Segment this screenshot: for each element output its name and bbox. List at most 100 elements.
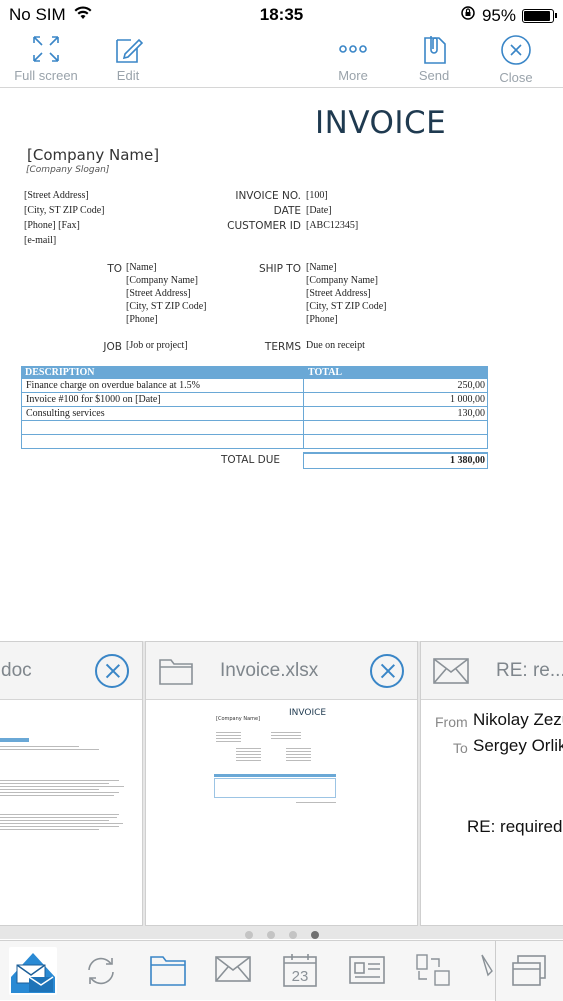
full-screen-label: Full screen xyxy=(14,68,78,83)
doc-preview-thumbnail xyxy=(0,700,142,830)
to-label: To xyxy=(453,740,468,756)
folder-icon xyxy=(158,656,194,691)
status-bar: No SIM 18:35 95% xyxy=(0,0,563,30)
preview-title: INVOICE xyxy=(289,708,327,718)
company-slogan: [Company Slogan] xyxy=(26,165,110,175)
folder-icon[interactable] xyxy=(149,953,187,992)
ship-to-street: [Street Address] xyxy=(306,288,371,299)
edit-icon xyxy=(116,38,143,63)
send-button[interactable]: Send xyxy=(399,34,469,83)
edit-label: Edit xyxy=(116,68,140,83)
document-tab-invoice[interactable]: Invoice.xlsx INVOICE [Company Name] xyxy=(145,641,418,926)
tab-title: Invoice.xlsx xyxy=(220,660,319,681)
document-tab-doc[interactable]: doc xyxy=(0,641,143,926)
line-description: Finance charge on overdue balance at 1.5… xyxy=(22,379,304,392)
close-tab-icon[interactable] xyxy=(95,654,129,688)
calendar-icon[interactable]: 23 xyxy=(283,953,317,992)
to-street: [Street Address] xyxy=(126,288,191,299)
company-name: [Company Name] xyxy=(27,146,160,164)
close-icon xyxy=(501,35,531,65)
page-dot[interactable] xyxy=(244,931,253,939)
ship-to-phone: [Phone] xyxy=(306,314,338,325)
windows-icon xyxy=(512,955,546,986)
phone-fax: [Phone] [Fax] xyxy=(24,220,80,231)
document-tab-email[interactable]: RE: re... From Nikolay Zezu To Sergey Or… xyxy=(420,641,563,926)
to-name: [Name] xyxy=(126,262,157,273)
date-value: [Date] xyxy=(306,205,332,216)
job-label: JOB xyxy=(103,341,122,353)
customer-id-value: [ABC12345] xyxy=(306,220,359,231)
table-header: DESCRIPTION TOTAL xyxy=(21,366,488,379)
invoice-document[interactable]: INVOICE [Company Name] [Company Slogan] … xyxy=(0,89,563,641)
battery-percent: 95% xyxy=(481,5,516,25)
envelope-icon xyxy=(433,658,469,689)
close-tab-icon[interactable] xyxy=(370,654,404,688)
to-label: TO xyxy=(107,263,122,275)
expand-icon xyxy=(33,36,59,62)
ship-to-city: [City, ST ZIP Code] xyxy=(306,301,387,312)
page-dot[interactable] xyxy=(266,931,275,939)
city-line: [City, ST ZIP Code] xyxy=(24,205,105,216)
tab-header: Invoice.xlsx xyxy=(146,642,417,700)
bottom-dock: 23 xyxy=(0,940,563,1001)
total-header: TOTAL xyxy=(308,367,343,378)
battery-fill xyxy=(524,10,550,21)
terms-label: TERMS xyxy=(264,341,301,353)
close-button[interactable]: Close xyxy=(481,34,551,85)
svg-text:23: 23 xyxy=(292,968,309,985)
battery-icon xyxy=(522,8,557,23)
preview-company: [Company Name] xyxy=(216,716,261,722)
rotation-lock-icon xyxy=(460,5,476,26)
sync-icon[interactable] xyxy=(84,955,118,992)
job-value: [Job or project] xyxy=(126,340,188,351)
email-preview: From Nikolay Zezu To Sergey Orlik RE: re… xyxy=(421,700,563,925)
terms-value: Due on receipt xyxy=(306,340,365,351)
line-total: 1 000,00 xyxy=(450,394,485,405)
more-button[interactable]: More xyxy=(318,34,388,83)
invoice-preview-thumbnail: INVOICE [Company Name] xyxy=(146,700,417,925)
close-label: Close xyxy=(499,70,533,85)
line-description: Invoice #100 for $1000 on [Date] xyxy=(22,393,304,406)
line-total: 130,00 xyxy=(457,408,486,419)
total-due-value: 1 380,00 xyxy=(303,452,488,469)
tab-title: doc xyxy=(1,660,32,681)
line-total: 250,00 xyxy=(457,380,486,391)
page-dot[interactable] xyxy=(288,931,297,939)
table-row: Finance charge on overdue balance at 1.5… xyxy=(21,379,488,393)
from-value: Nikolay Zezu xyxy=(473,710,563,729)
paperclip-document-icon xyxy=(424,36,446,64)
contact-card-icon[interactable] xyxy=(349,956,385,989)
ship-to-company: [Company Name] xyxy=(306,275,378,286)
description-header: DESCRIPTION xyxy=(25,367,95,378)
devices-sync-icon[interactable] xyxy=(415,953,451,992)
subject-value: RE: required xyxy=(467,817,563,836)
line-description xyxy=(22,435,304,448)
line-description: Consulting services xyxy=(22,407,304,420)
street-address: [Street Address] xyxy=(24,190,89,201)
table-row: Consulting services 130,00 xyxy=(21,407,488,421)
more-icon xyxy=(339,45,367,53)
envelope-icon[interactable] xyxy=(215,956,251,987)
from-label: From xyxy=(435,714,468,730)
date-label: DATE xyxy=(273,205,301,217)
email: [e-mail] xyxy=(24,235,57,246)
ship-to-name: [Name] xyxy=(306,262,337,273)
window-switcher-button[interactable] xyxy=(495,941,563,1001)
full-screen-button[interactable]: Full screen xyxy=(11,34,81,83)
send-label: Send xyxy=(418,68,450,83)
tools-icon[interactable] xyxy=(478,953,494,992)
invoice-title: INVOICE xyxy=(315,105,447,141)
line-description xyxy=(22,421,304,434)
mail-app-icon[interactable] xyxy=(9,947,57,1000)
total-due-row: TOTAL DUE 1 380,00 xyxy=(21,452,488,469)
invoice-no-value: [100] xyxy=(306,190,328,201)
edit-button[interactable]: Edit xyxy=(93,34,163,83)
open-documents-carousel[interactable]: doc Invoice.xlsx INVOICE [Company Name] xyxy=(0,641,563,939)
page-dot-active[interactable] xyxy=(310,931,319,939)
to-phone: [Phone] xyxy=(126,314,158,325)
customer-id-label: CUSTOMER ID xyxy=(227,220,301,232)
table-row xyxy=(21,421,488,435)
tab-header: RE: re... xyxy=(421,642,563,700)
table-row xyxy=(21,435,488,449)
line-total xyxy=(304,421,487,434)
